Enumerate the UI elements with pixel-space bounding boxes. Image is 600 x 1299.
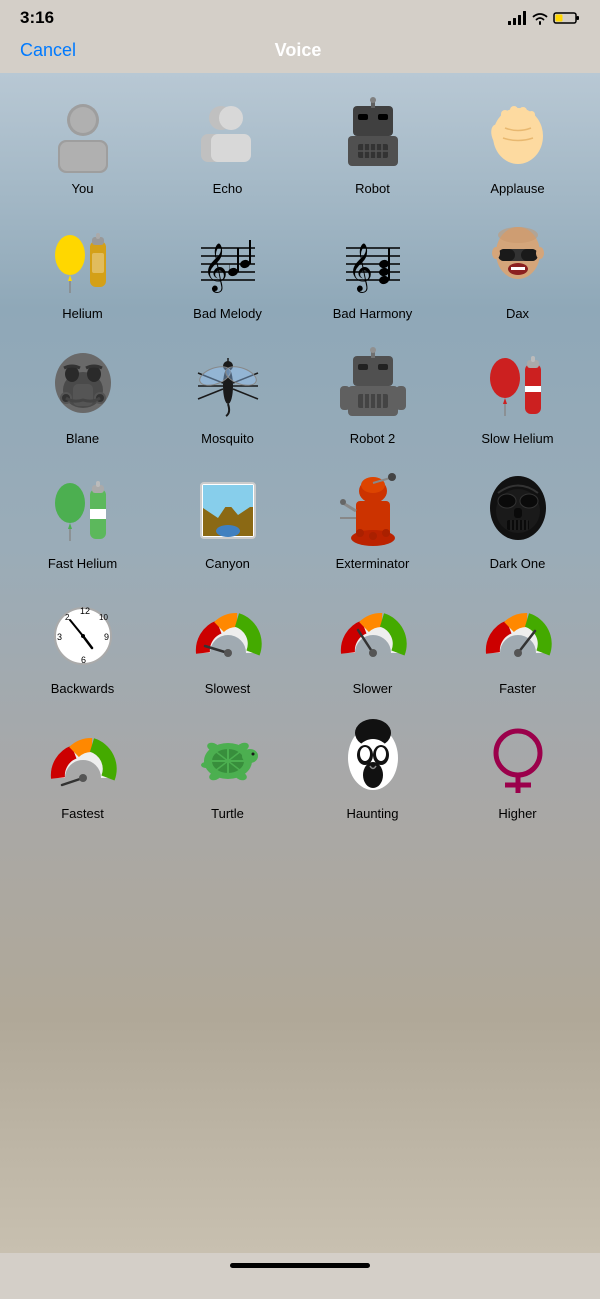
nav-bar: Cancel Voice [0,32,600,73]
you-icon [43,95,123,175]
higher-icon [478,720,558,800]
svg-text:𝄞: 𝄞 [203,243,228,293]
voice-item-echo[interactable]: Echo [155,83,300,208]
voice-item-applause[interactable]: Applause [445,83,590,208]
voice-item-slowest[interactable]: Slowest [155,583,300,708]
voice-grid: You Echo [0,83,600,833]
bad-melody-icon: 𝄞 ♭ [188,220,268,300]
bad-harmony-label: Bad Harmony [333,306,412,321]
status-icons [508,11,580,25]
you-label: You [72,181,94,196]
higher-label: Higher [498,806,536,821]
svg-text:9: 9 [104,632,109,642]
voice-item-canyon[interactable]: Canyon [155,458,300,583]
haunting-label: Haunting [346,806,398,821]
haunting-icon [333,720,413,800]
faster-label: Faster [499,681,536,696]
robot-label: Robot [355,181,390,196]
bad-harmony-icon: 𝄞 [333,220,413,300]
status-time: 3:16 [20,8,54,28]
signal-icon [508,11,526,25]
dark-one-icon [478,470,558,550]
voice-item-robot[interactable]: Robot [300,83,445,208]
canyon-icon [188,470,268,550]
voice-item-mosquito[interactable]: Mosquito [155,333,300,458]
voice-item-robot2[interactable]: Robot 2 [300,333,445,458]
mosquito-label: Mosquito [201,431,254,446]
helium-label: Helium [62,306,102,321]
voice-item-slow-helium[interactable]: Slow Helium [445,333,590,458]
backwards-label: Backwards [51,681,115,696]
blane-icon [43,345,123,425]
blane-label: Blane [66,431,99,446]
exterminator-icon [333,470,413,550]
voice-item-bad-melody[interactable]: 𝄞 ♭ Bad Melody [155,208,300,333]
fastest-label: Fastest [61,806,104,821]
mosquito-icon [188,345,268,425]
robot2-icon [333,345,413,425]
cancel-button[interactable]: Cancel [20,40,76,61]
svg-text:6: 6 [81,655,86,665]
nav-title: Voice [275,40,322,61]
home-indicator [0,1253,600,1276]
turtle-label: Turtle [211,806,244,821]
voice-item-backwards[interactable]: 12 9 3 6 10 2 Backwards [10,583,155,708]
backwards-icon: 12 9 3 6 10 2 [43,595,123,675]
voice-item-turtle[interactable]: Turtle [155,708,300,833]
applause-label: Applause [490,181,544,196]
battery-icon [554,11,580,25]
echo-icon [188,95,268,175]
helium-icon [43,220,123,300]
dax-label: Dax [506,306,529,321]
dark-one-label: Dark One [490,556,546,571]
faster-icon [478,595,558,675]
fast-helium-label: Fast Helium [48,556,117,571]
voice-item-helium[interactable]: Helium [10,208,155,333]
bad-melody-label: Bad Melody [193,306,262,321]
slowest-label: Slowest [205,681,251,696]
home-bar [230,1263,370,1268]
voice-item-faster[interactable]: Faster [445,583,590,708]
turtle-icon [188,720,268,800]
voice-item-dark-one[interactable]: Dark One [445,458,590,583]
voice-item-higher[interactable]: Higher [445,708,590,833]
svg-text:10: 10 [99,613,108,622]
svg-text:3: 3 [57,632,62,642]
wifi-icon [531,11,549,25]
svg-text:♭: ♭ [228,262,235,278]
voice-item-exterminator[interactable]: Exterminator [300,458,445,583]
dax-icon [478,220,558,300]
slow-helium-icon [478,345,558,425]
content-area: You Echo [0,73,600,1253]
slower-icon [333,595,413,675]
voice-item-blane[interactable]: Blane [10,333,155,458]
canyon-label: Canyon [205,556,250,571]
exterminator-label: Exterminator [336,556,410,571]
svg-text:𝄞: 𝄞 [348,243,373,293]
voice-item-haunting[interactable]: Haunting [300,708,445,833]
slower-label: Slower [353,681,393,696]
fast-helium-icon [43,470,123,550]
voice-item-slower[interactable]: Slower [300,583,445,708]
status-bar: 3:16 [0,0,600,32]
robot-icon [333,95,413,175]
echo-label: Echo [213,181,243,196]
slowest-icon [188,595,268,675]
voice-item-you[interactable]: You [10,83,155,208]
voice-item-dax[interactable]: Dax [445,208,590,333]
svg-text:12: 12 [80,606,90,616]
slow-helium-label: Slow Helium [481,431,553,446]
voice-item-fast-helium[interactable]: Fast Helium [10,458,155,583]
voice-item-bad-harmony[interactable]: 𝄞 Bad Harmony [300,208,445,333]
applause-icon [478,95,558,175]
fastest-icon [43,720,123,800]
robot2-label: Robot 2 [350,431,396,446]
voice-item-fastest[interactable]: Fastest [10,708,155,833]
